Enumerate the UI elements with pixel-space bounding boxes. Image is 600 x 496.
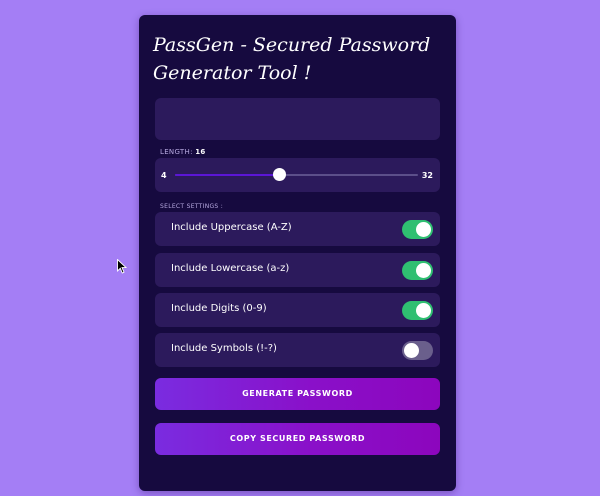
settings-label: SELECT SETTINGS : <box>160 203 224 210</box>
setting-label: Include Lowercase (a-z) <box>171 263 290 274</box>
slider-fill <box>175 174 279 176</box>
length-value: 16 <box>195 148 206 156</box>
setting-label: Include Uppercase (A-Z) <box>171 222 292 233</box>
length-slider-container: 4 32 <box>155 158 440 192</box>
length-slider[interactable] <box>175 168 418 181</box>
toggle-knob <box>416 303 431 318</box>
symbols-toggle[interactable] <box>402 341 433 360</box>
lowercase-toggle[interactable] <box>402 261 433 280</box>
uppercase-toggle[interactable] <box>402 220 433 239</box>
length-label: LENGTH: 16 <box>160 148 206 156</box>
mouse-pointer-icon <box>117 259 127 274</box>
setting-label: Include Digits (0-9) <box>171 303 267 314</box>
page-title: PassGen - Secured Password Generator Too… <box>153 34 431 84</box>
setting-uppercase[interactable]: Include Uppercase (A-Z) <box>155 212 440 246</box>
setting-digits[interactable]: Include Digits (0-9) <box>155 293 440 327</box>
setting-symbols[interactable]: Include Symbols (!-?) <box>155 333 440 367</box>
slider-max-label: 32 <box>421 171 433 180</box>
password-display[interactable] <box>155 98 440 140</box>
setting-label: Include Symbols (!-?) <box>171 343 277 354</box>
generate-password-button[interactable]: GENERATE PASSWORD <box>155 378 440 410</box>
slider-min-label: 4 <box>161 171 167 180</box>
toggle-knob <box>404 343 419 358</box>
copy-password-button[interactable]: COPY SECURED PASSWORD <box>155 423 440 455</box>
toggle-knob <box>416 263 431 278</box>
toggle-knob <box>416 222 431 237</box>
generator-card: PassGen - Secured Password Generator Too… <box>139 15 456 491</box>
slider-thumb[interactable] <box>273 168 286 181</box>
setting-lowercase[interactable]: Include Lowercase (a-z) <box>155 253 440 287</box>
length-label-text: LENGTH: <box>160 148 193 156</box>
digits-toggle[interactable] <box>402 301 433 320</box>
